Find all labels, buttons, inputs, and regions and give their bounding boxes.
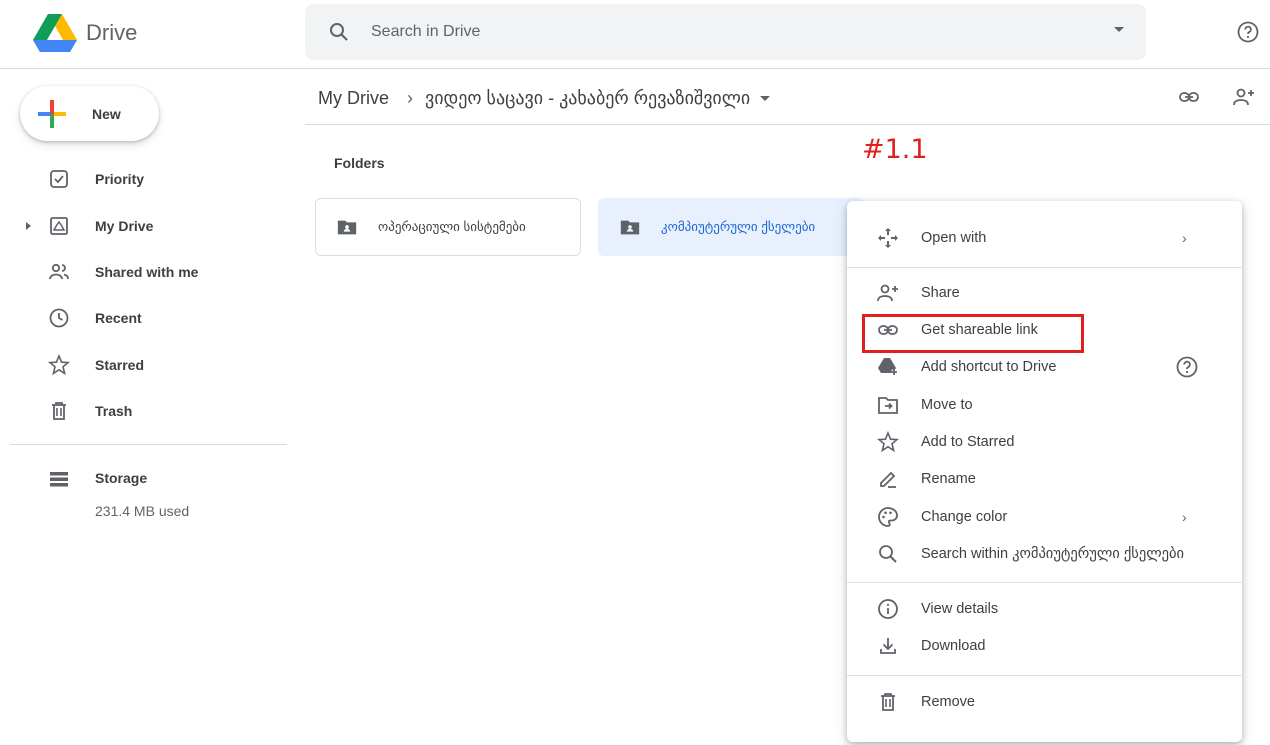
- info-icon: [878, 598, 898, 619]
- sidebar-item-priority[interactable]: Priority: [0, 156, 290, 202]
- drive-logo[interactable]: Drive: [33, 14, 137, 52]
- menu-item-label: Move to: [921, 396, 973, 413]
- pencil-icon: [880, 471, 896, 488]
- help-icon[interactable]: [1236, 20, 1260, 44]
- shared-icon: [49, 263, 69, 280]
- breadcrumb-divider: [305, 124, 1270, 125]
- chevron-down-icon[interactable]: [760, 96, 771, 101]
- menu-divider: [847, 582, 1242, 583]
- folder-item-selected[interactable]: კომპიუტერული ქსელები: [598, 198, 864, 256]
- menu-item-open-with[interactable]: Open with ›: [847, 219, 1242, 256]
- sidebar-item-recent[interactable]: Recent: [0, 295, 290, 341]
- menu-divider: [847, 675, 1242, 676]
- palette-icon: [878, 506, 898, 527]
- search-input[interactable]: [371, 23, 1051, 41]
- expand-arrow-icon[interactable]: [26, 221, 31, 230]
- star-icon: [876, 430, 900, 452]
- menu-item-move-to[interactable]: Move to: [847, 386, 1242, 423]
- chevron-right-icon: ›: [1182, 229, 1187, 246]
- link-icon[interactable]: [1177, 85, 1201, 109]
- menu-item-label: Rename: [921, 470, 976, 487]
- move-to-icon: [878, 396, 898, 414]
- folders-heading: Folders: [334, 155, 385, 171]
- new-button-label: New: [92, 105, 121, 122]
- my-drive-icon: [50, 216, 68, 235]
- sidebar-divider: [10, 444, 287, 445]
- folder-name: კომპიუტერული ქსელები: [661, 219, 816, 234]
- sidebar-item-label: Shared with me: [95, 263, 199, 280]
- help-icon[interactable]: [1175, 355, 1199, 379]
- menu-divider: [847, 267, 1242, 268]
- app-name: Drive: [86, 20, 138, 45]
- chevron-right-icon: ›: [1182, 508, 1187, 525]
- menu-item-search-within[interactable]: Search within კომპიუტერული ქსელები: [847, 535, 1242, 572]
- drive-shortcut-icon: [878, 357, 897, 375]
- top-bar: Drive: [0, 0, 1270, 69]
- menu-item-add-shortcut[interactable]: Add shortcut to Drive: [847, 348, 1242, 385]
- menu-item-label: Search within კომპიუტერული ქსელები: [921, 545, 1185, 562]
- menu-item-label: Add to Starred: [921, 433, 1015, 450]
- priority-icon: [50, 170, 68, 189]
- menu-item-label: Share: [921, 284, 960, 301]
- clock-icon: [49, 308, 69, 328]
- menu-item-add-starred[interactable]: Add to Starred: [847, 423, 1242, 460]
- menu-item-label: Download: [921, 637, 986, 654]
- breadcrumb-root[interactable]: My Drive: [318, 88, 389, 109]
- search-icon: [879, 544, 897, 563]
- sidebar-item-my-drive[interactable]: My Drive: [0, 202, 290, 248]
- trash-icon: [881, 692, 895, 711]
- menu-item-change-color[interactable]: Change color ›: [847, 498, 1242, 535]
- shared-folder-icon: [337, 220, 357, 235]
- sidebar-item-label: Priority: [95, 171, 145, 188]
- menu-item-label: Change color: [921, 508, 1008, 525]
- sidebar-item-trash[interactable]: Trash: [0, 388, 290, 434]
- folder-name: ოპერაციული სისტემები: [378, 219, 526, 234]
- plus-icon: [38, 99, 66, 128]
- download-icon: [880, 637, 896, 654]
- new-button[interactable]: New: [20, 86, 159, 141]
- menu-item-label: Remove: [921, 693, 975, 710]
- menu-item-label: Open with: [921, 229, 987, 246]
- add-person-icon[interactable]: [1232, 85, 1256, 109]
- trash-icon: [52, 402, 66, 421]
- drive-logo-icon: [33, 14, 77, 52]
- context-menu: Open with › Share Get shareable link Add…: [847, 201, 1242, 742]
- sidebar-item-shared[interactable]: Shared with me: [0, 249, 290, 295]
- breadcrumb-separator: ›: [407, 88, 413, 108]
- search-icon[interactable]: [327, 20, 351, 44]
- add-person-icon: [877, 284, 898, 301]
- sidebar-item-label: Recent: [95, 310, 142, 327]
- search-options-icon[interactable]: [1114, 27, 1124, 32]
- storage-label[interactable]: Storage: [95, 470, 147, 486]
- open-with-icon: [878, 227, 898, 248]
- shared-folder-icon: [620, 220, 640, 235]
- sidebar-item-starred[interactable]: Starred: [0, 342, 290, 388]
- sidebar-item-label: Starred: [95, 356, 145, 373]
- storage-used-text: 231.4 MB used: [95, 503, 190, 519]
- menu-item-label: View details: [921, 600, 999, 617]
- annotation-label: #1.1: [862, 134, 928, 165]
- star-icon: [47, 353, 71, 375]
- menu-item-view-details[interactable]: View details: [847, 590, 1242, 627]
- menu-item-rename[interactable]: Rename: [847, 460, 1242, 497]
- sidebar-item-label: My Drive: [95, 217, 154, 234]
- annotation-highlight-box: [862, 314, 1084, 353]
- menu-item-remove[interactable]: Remove: [847, 683, 1242, 720]
- sidebar-nav: Priority My Drive Shared with me Recent …: [0, 156, 290, 434]
- menu-item-download[interactable]: Download: [847, 627, 1242, 664]
- menu-item-share[interactable]: Share: [847, 274, 1242, 311]
- storage-icon: [50, 472, 68, 487]
- menu-item-label: Add shortcut to Drive: [921, 358, 1057, 375]
- sidebar-item-label: Trash: [95, 403, 133, 420]
- breadcrumb: My Drive › ვიდეო საცავი - კახაბერ რევაზი…: [318, 88, 771, 109]
- folder-item[interactable]: ოპერაციული სისტემები: [315, 198, 581, 256]
- search-bar[interactable]: [305, 4, 1146, 60]
- breadcrumb-current[interactable]: ვიდეო საცავი - კახაბერ რევაზიშვილი: [425, 88, 750, 109]
